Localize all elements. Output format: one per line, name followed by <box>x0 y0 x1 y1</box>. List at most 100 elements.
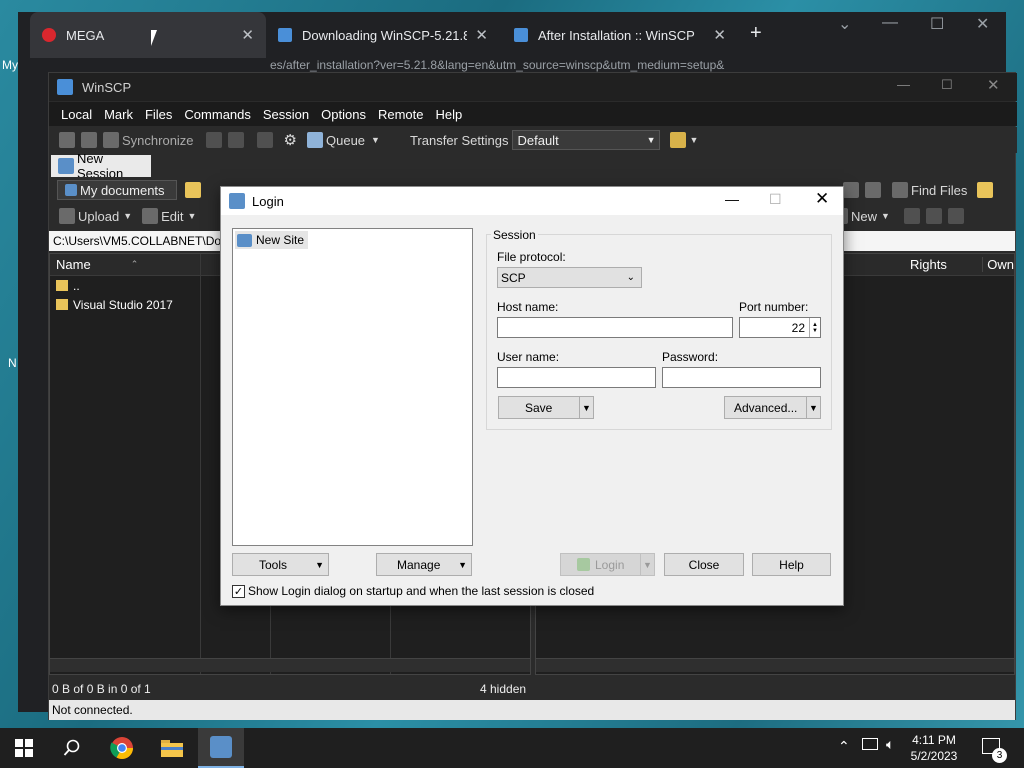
chevron-down-icon[interactable]: ▼ <box>123 211 132 221</box>
site-list[interactable]: New Site <box>232 228 473 546</box>
upload-button[interactable]: Upload <box>78 209 119 224</box>
host-name-input[interactable] <box>497 317 733 338</box>
tab-new-session[interactable]: New Session <box>51 151 151 181</box>
volume-icon[interactable]: 🔈︎ <box>886 736 894 753</box>
queue-button[interactable]: Queue <box>326 133 365 148</box>
synchronize-button[interactable]: Synchronize <box>122 133 194 148</box>
menu-commands[interactable]: Commands <box>178 107 256 122</box>
login-dialog: Login — ☐ ✕ New Site Session File protoc… <box>220 186 844 606</box>
tab-label: After Installation :: WinSCP <box>538 27 695 43</box>
transfer-settings-select[interactable]: Default ▼ <box>512 130 661 150</box>
add-icon[interactable] <box>903 208 920 224</box>
winscp-icon <box>229 193 245 209</box>
horizontal-scrollbar[interactable] <box>50 658 530 672</box>
edit-button[interactable]: Edit <box>161 209 183 224</box>
keep-up-to-date-icon[interactable] <box>81 132 97 148</box>
close-icon[interactable]: ✕ <box>815 189 829 209</box>
queue-icon <box>307 132 323 148</box>
menu-session[interactable]: Session <box>257 107 315 122</box>
file-name: Visual Studio 2017 <box>73 297 173 312</box>
port-number-input[interactable]: 22 ▲ ▼ <box>739 317 821 338</box>
close-icon[interactable]: ✕ <box>241 26 254 44</box>
menu-options[interactable]: Options <box>315 107 372 122</box>
minimize-icon[interactable]: — <box>897 77 910 92</box>
close-icon[interactable]: ✕ <box>713 26 726 44</box>
minimize-icon[interactable]: — <box>725 191 739 207</box>
parent-folder-icon <box>56 280 68 291</box>
home-icon[interactable] <box>843 182 859 198</box>
synchronize-icon[interactable] <box>103 132 119 148</box>
maximize-icon[interactable]: ☐ <box>941 77 953 93</box>
chevron-down-icon[interactable]: ▼ <box>188 211 197 221</box>
show-login-checkbox[interactable]: ✓ <box>232 584 245 598</box>
login-button[interactable]: Login ▼ <box>560 553 655 576</box>
password-input[interactable] <box>662 367 821 388</box>
column-owner[interactable]: Own <box>982 257 1014 272</box>
transfer-settings-label: Transfer Settings <box>409 132 509 148</box>
menu-files[interactable]: Files <box>139 107 178 122</box>
help-button[interactable]: Help <box>752 553 831 576</box>
minimize-icon[interactable]: — <box>882 14 898 32</box>
site-item-new-site[interactable]: New Site <box>235 231 309 249</box>
gear-icon[interactable]: ⚙ <box>284 131 297 149</box>
chevron-down-icon[interactable]: ▼ <box>579 397 593 418</box>
tools-button[interactable]: Tools ▼ <box>232 553 329 576</box>
chevron-down-icon[interactable]: ▼ <box>689 135 698 145</box>
password-label: Password: <box>662 350 719 364</box>
port-spinner[interactable]: ▲ ▼ <box>809 318 820 337</box>
menu-help[interactable]: Help <box>429 107 468 122</box>
new-tab-button[interactable]: + <box>750 22 762 45</box>
file-protocol-select[interactable]: SCP ⌄ <box>497 267 642 288</box>
close-button[interactable]: Close <box>664 553 744 576</box>
taskbar-chrome[interactable] <box>106 732 138 764</box>
taskbar-file-explorer[interactable] <box>156 732 188 764</box>
tab-downloading[interactable]: Downloading WinSCP-5.21.8-Set ✕ <box>266 12 500 58</box>
close-icon[interactable]: ✕ <box>987 76 1000 94</box>
menu-mark[interactable]: Mark <box>98 107 139 122</box>
manage-button[interactable]: Manage ▼ <box>376 553 472 576</box>
putty-icon[interactable] <box>227 132 244 148</box>
new-button[interactable]: New <box>851 209 877 224</box>
sync-browse-icon[interactable] <box>670 132 687 148</box>
tab-after-installation[interactable]: After Installation :: WinSCP ✕ <box>502 12 738 58</box>
clock[interactable]: 4:11 PM 5/2/2023 <box>904 733 964 763</box>
open-folder-icon[interactable] <box>185 182 201 198</box>
winscp-icon <box>210 736 232 758</box>
chevron-down-icon[interactable]: ▼ <box>881 211 890 221</box>
menu-remote[interactable]: Remote <box>372 107 430 122</box>
chevron-down-icon[interactable]: ▼ <box>371 135 380 145</box>
compare-icon[interactable] <box>59 132 75 148</box>
session-group-label: Session <box>491 228 538 242</box>
close-icon[interactable]: ✕ <box>976 14 989 34</box>
console-icon[interactable] <box>205 132 222 148</box>
site-label: New Site <box>256 233 305 247</box>
close-icon[interactable]: ✕ <box>475 26 488 44</box>
save-button[interactable]: Save ▼ <box>498 396 594 419</box>
chevron-down-icon[interactable]: ⌄ <box>838 14 851 34</box>
local-location-select[interactable]: My documents <box>57 180 177 200</box>
find-files-button[interactable]: Find Files <box>911 183 967 198</box>
search-button[interactable] <box>56 732 88 764</box>
chevron-up-icon[interactable]: ⌃ <box>838 738 850 755</box>
file-name: .. <box>73 278 80 293</box>
taskbar-winscp[interactable] <box>198 728 244 768</box>
column-rights[interactable]: Rights <box>910 257 982 272</box>
column-name[interactable]: Name <box>50 257 91 272</box>
show-login-label: Show Login dialog on startup and when th… <box>248 584 595 598</box>
advanced-button[interactable]: Advanced... ▼ <box>724 396 821 419</box>
chevron-down-icon[interactable]: ▼ <box>806 397 820 418</box>
mega-icon <box>42 28 56 42</box>
start-button[interactable] <box>8 732 40 764</box>
menu-local[interactable]: Local <box>55 107 98 122</box>
remove-icon[interactable] <box>925 208 942 224</box>
maximize-icon[interactable]: ☐ <box>930 14 944 34</box>
filter-icon[interactable] <box>947 208 964 224</box>
horizontal-scrollbar[interactable] <box>536 658 1014 672</box>
refresh-icon[interactable] <box>865 182 881 198</box>
folder-icon[interactable] <box>977 182 994 198</box>
local-path[interactable]: C:\Users\VM5.COLLABNET\Doc <box>49 231 229 251</box>
find-icon[interactable] <box>256 132 273 148</box>
tab-mega[interactable]: MEGA ✕ <box>30 12 266 58</box>
network-icon[interactable] <box>862 738 878 750</box>
user-name-input[interactable] <box>497 367 656 388</box>
